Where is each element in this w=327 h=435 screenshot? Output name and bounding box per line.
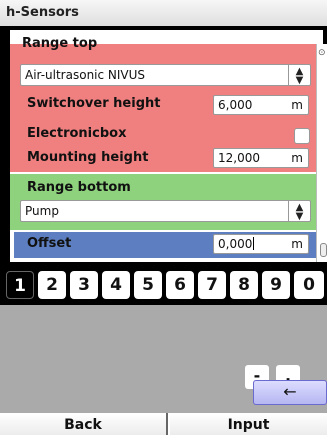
key-8[interactable]: 8 bbox=[230, 271, 258, 299]
range-bottom-label: Range bottom bbox=[27, 180, 131, 195]
key-9[interactable]: 9 bbox=[262, 271, 290, 299]
range-bottom-sensor-select[interactable]: Pump ▲ ▼ bbox=[20, 200, 311, 222]
sensor-settings-screen: h-Sensors ⊙ Range top Air-ultrasonic NIV… bbox=[0, 0, 327, 435]
key-6[interactable]: 6 bbox=[166, 271, 194, 299]
key-7[interactable]: 7 bbox=[198, 271, 226, 299]
mounting-height-label: Mounting height bbox=[27, 150, 149, 165]
mounting-height-field[interactable]: 12,000 m bbox=[213, 148, 309, 168]
window-title: h-Sensors bbox=[6, 5, 79, 20]
offset-field[interactable]: 0,000 m bbox=[213, 234, 309, 254]
mounting-height-value: 12,000 bbox=[218, 151, 260, 165]
backspace-button[interactable]: ← bbox=[253, 380, 327, 405]
title-bar: h-Sensors bbox=[0, 0, 327, 30]
key-2[interactable]: 2 bbox=[38, 271, 66, 299]
range-top-sensor-select[interactable]: Air-ultrasonic NIVUS ▲ ▼ bbox=[20, 64, 311, 86]
offset-value: 0,000 bbox=[218, 237, 255, 251]
switchover-height-value: 6,000 bbox=[218, 98, 253, 112]
switchover-height-unit: m bbox=[291, 98, 303, 112]
range-bottom-sensor-value: Pump bbox=[25, 204, 59, 218]
scrollbar-thumb[interactable] bbox=[320, 243, 327, 257]
scrollbar[interactable] bbox=[316, 44, 327, 262]
electronicbox-checkbox[interactable] bbox=[294, 128, 310, 144]
key-5[interactable]: 5 bbox=[134, 271, 162, 299]
offset-label: Offset bbox=[27, 236, 72, 251]
electronicbox-label: Electronicbox bbox=[27, 126, 127, 141]
input-button[interactable]: Input bbox=[170, 413, 327, 435]
scroll-up-icon[interactable]: ⊙ bbox=[318, 48, 327, 58]
key-4[interactable]: 4 bbox=[102, 271, 130, 299]
switchover-height-field[interactable]: 6,000 m bbox=[213, 95, 309, 115]
updown-arrow-icon: ▲ ▼ bbox=[288, 65, 310, 86]
switchover-height-label: Switchover height bbox=[27, 96, 161, 111]
backspace-arrow-icon: ← bbox=[283, 382, 297, 401]
back-button[interactable]: Back bbox=[0, 413, 168, 435]
key-3[interactable]: 3 bbox=[70, 271, 98, 299]
range-top-sensor-value: Air-ultrasonic NIVUS bbox=[25, 68, 146, 82]
mounting-height-unit: m bbox=[291, 151, 303, 165]
range-top-label: Range top bbox=[22, 36, 98, 51]
updown-arrow-icon: ▲ ▼ bbox=[288, 201, 310, 222]
text-caret bbox=[253, 237, 255, 250]
offset-unit: m bbox=[291, 237, 303, 251]
key-0[interactable]: 0 bbox=[294, 271, 324, 299]
key-1[interactable]: 1 bbox=[6, 271, 34, 299]
